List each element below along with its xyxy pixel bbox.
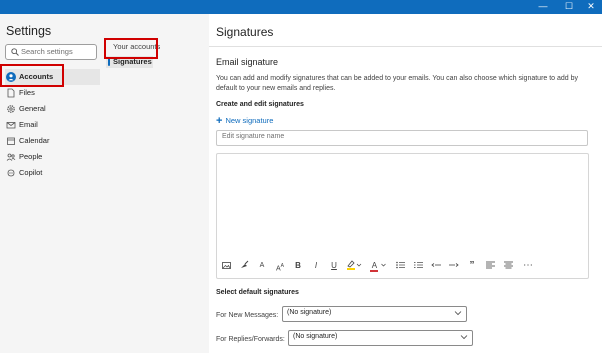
settings-title: Settings bbox=[6, 24, 52, 38]
chevron-down-icon bbox=[380, 263, 386, 267]
close-button[interactable]: ✕ bbox=[578, 0, 602, 14]
search-box[interactable]: Search settings bbox=[5, 44, 97, 60]
italic-button[interactable]: I bbox=[309, 258, 323, 274]
nav-item-files[interactable]: Files bbox=[5, 85, 100, 101]
more-options-button[interactable]: ⋯ bbox=[521, 258, 535, 274]
gear-icon bbox=[7, 105, 15, 113]
highlight-button[interactable] bbox=[343, 258, 365, 274]
italic-icon: I bbox=[314, 261, 318, 270]
chevron-down-icon bbox=[460, 335, 468, 340]
nav-item-general[interactable]: General bbox=[5, 101, 100, 117]
increase-indent-button[interactable] bbox=[447, 258, 461, 274]
format-toolbar: A AA B I U A ” ⋯ bbox=[217, 258, 587, 274]
mail-icon bbox=[6, 122, 16, 129]
nav-item-copilot[interactable]: Copilot bbox=[5, 165, 100, 181]
align-center-button[interactable] bbox=[501, 258, 515, 274]
nav-item-people[interactable]: People bbox=[5, 149, 100, 165]
new-messages-label: For New Messages: bbox=[216, 312, 279, 319]
active-indicator bbox=[108, 58, 110, 66]
font-color-icon: A bbox=[370, 260, 379, 272]
default-signatures-heading: Select default signatures bbox=[216, 289, 299, 296]
superscript-icon: A bbox=[280, 263, 284, 269]
replies-forwards-label: For Replies/Forwards: bbox=[216, 336, 285, 343]
quote-button[interactable]: ” bbox=[465, 258, 479, 274]
decrease-indent-button[interactable] bbox=[429, 258, 443, 274]
font-size-icon: A bbox=[259, 262, 265, 269]
minimize-button[interactable]: — bbox=[530, 0, 556, 14]
underline-icon: U bbox=[331, 261, 337, 270]
numbering-button[interactable] bbox=[411, 258, 425, 274]
align-left-button[interactable] bbox=[483, 258, 497, 274]
search-input[interactable]: Search settings bbox=[21, 46, 73, 58]
search-icon bbox=[11, 48, 19, 56]
file-icon bbox=[7, 88, 15, 98]
nav-label: Files bbox=[19, 88, 35, 97]
nav-label: Email bbox=[19, 120, 38, 129]
new-messages-value: (No signature) bbox=[287, 309, 332, 316]
title-bar: — ☐ ✕ bbox=[0, 0, 602, 14]
nav-label: People bbox=[19, 152, 43, 161]
replies-forwards-select[interactable]: (No signature) bbox=[288, 330, 473, 346]
format-painter-button[interactable] bbox=[237, 258, 251, 274]
numbered-list-icon bbox=[413, 262, 423, 268]
create-edit-heading: Create and edit signatures bbox=[216, 101, 304, 108]
plus-icon: + bbox=[216, 115, 223, 127]
bullets-button[interactable] bbox=[393, 258, 407, 274]
more-icon: ⋯ bbox=[523, 260, 533, 271]
section-title: Email signature bbox=[216, 57, 279, 67]
signature-name-placeholder: Edit signature name bbox=[222, 133, 285, 140]
page-title: Signatures bbox=[216, 25, 274, 39]
settings-sidebar: Settings Search settings Accounts Files … bbox=[0, 14, 209, 353]
replies-forwards-value: (No signature) bbox=[293, 333, 338, 340]
superscript-button[interactable]: AA bbox=[273, 258, 287, 274]
insert-image-button[interactable] bbox=[219, 258, 233, 274]
signature-name-input[interactable]: Edit signature name bbox=[216, 130, 588, 146]
nav-item-email[interactable]: Email bbox=[5, 117, 100, 133]
font-color-letter: A bbox=[371, 261, 378, 270]
brush-icon bbox=[240, 260, 248, 268]
chevron-down-icon bbox=[454, 311, 462, 316]
signatures-panel: Signatures Email signature You can add a… bbox=[209, 14, 602, 353]
highlighter-icon bbox=[347, 260, 362, 270]
underline-button[interactable]: U bbox=[327, 258, 341, 274]
divider bbox=[209, 46, 602, 47]
quote-icon: ” bbox=[469, 260, 475, 271]
bold-button[interactable]: B bbox=[291, 258, 305, 274]
nav-label: General bbox=[19, 104, 46, 113]
people-icon bbox=[6, 153, 16, 161]
new-signature-button[interactable]: + New signature bbox=[216, 115, 273, 127]
font-color-button[interactable]: A bbox=[367, 258, 389, 274]
bold-icon: B bbox=[295, 261, 301, 270]
new-messages-select[interactable]: (No signature) bbox=[282, 306, 467, 322]
annotation-highlight-signatures bbox=[104, 38, 158, 59]
image-icon bbox=[221, 262, 231, 269]
description: You can add and modify signatures that c… bbox=[216, 75, 579, 92]
annotation-highlight-accounts bbox=[0, 64, 64, 87]
nav-label: Copilot bbox=[19, 168, 43, 177]
bullet-list-icon bbox=[395, 261, 405, 269]
align-left-icon bbox=[485, 261, 495, 269]
calendar-icon bbox=[7, 137, 15, 145]
indent-icon bbox=[449, 263, 459, 267]
nav-label: Calendar bbox=[19, 136, 50, 145]
nav-item-calendar[interactable]: Calendar bbox=[5, 133, 100, 149]
font-size-button[interactable]: A bbox=[255, 258, 269, 274]
new-signature-label: New signature bbox=[225, 116, 274, 125]
outdent-icon bbox=[431, 263, 441, 267]
copilot-icon bbox=[7, 169, 15, 177]
align-center-icon bbox=[503, 261, 513, 269]
